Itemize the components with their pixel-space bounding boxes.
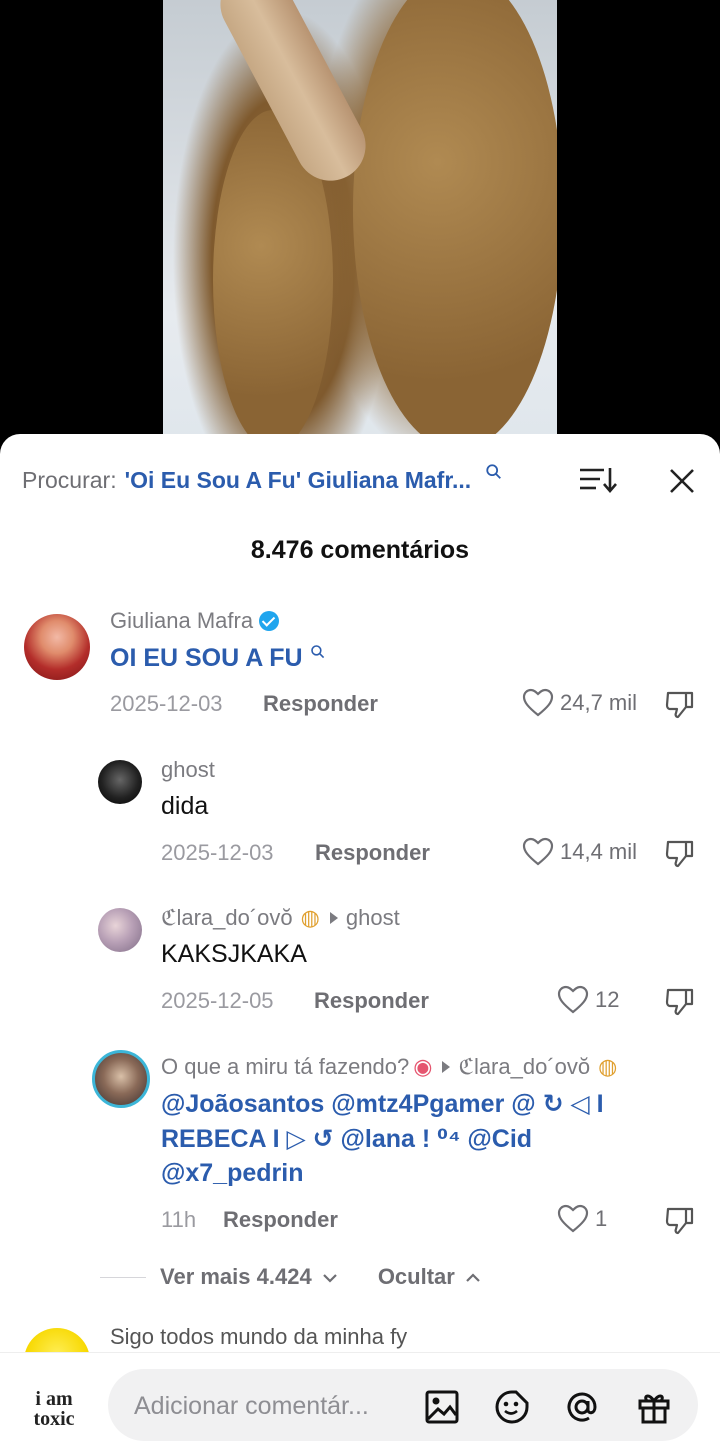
comment-date: 2025-12-03 (110, 691, 223, 716)
comment-username[interactable]: Giuliana Mafra (110, 608, 280, 634)
username-text: Giuliana Mafra (110, 608, 254, 633)
comment-date: 11h (161, 1207, 197, 1232)
avatar[interactable] (24, 614, 90, 680)
like-count: 12 (595, 987, 620, 1012)
avatar[interactable] (98, 908, 142, 952)
lips-icon: ◉ (413, 1054, 433, 1079)
replies-controls: Ver mais 4.424 Ocultar (100, 1262, 600, 1292)
like-button[interactable]: 1 (557, 1204, 607, 1234)
reply-arrow-icon (329, 912, 338, 924)
username-text: O que a miru tá fazendo? (161, 1054, 410, 1079)
image-icon[interactable] (424, 1389, 460, 1425)
dislike-icon[interactable] (664, 986, 696, 1016)
comment-mention-line-3[interactable]: @x7_pedrin (161, 1159, 303, 1188)
my-avatar[interactable]: i am toxic (20, 1375, 88, 1443)
dislike-icon[interactable] (664, 1205, 696, 1235)
avatar[interactable] (98, 760, 142, 804)
comment-date: 2025-12-03 (161, 840, 274, 865)
sort-icon[interactable] (578, 464, 618, 496)
mention-icon[interactable] (564, 1389, 600, 1425)
gift-icon[interactable] (636, 1389, 672, 1425)
lollipop-icon: ◍ (598, 1054, 618, 1079)
lollipop-icon: ◍ (300, 905, 320, 930)
reply-button[interactable]: Responder (314, 988, 429, 1014)
hide-label: Ocultar (377, 1264, 455, 1289)
like-button[interactable]: 24,7 mil (522, 688, 637, 718)
comment-username[interactable]: ℭlara_do´ovŏ ◍ ghost (161, 905, 400, 931)
reply-to-username[interactable]: ℭlara_do´ovŏ (458, 1054, 590, 1080)
emoji-sticker-icon[interactable] (494, 1389, 530, 1425)
reply-button[interactable]: Responder (263, 691, 378, 717)
comment-username[interactable]: O que a miru tá fazendo? ◉ ℭlara_do´ovŏ … (161, 1054, 617, 1080)
comment-mention-line-1[interactable]: @Joãosantos @mtz4Pgamer @ ↻ ◁ I (161, 1089, 604, 1119)
reply-button[interactable]: Responder (223, 1207, 338, 1233)
comment-input-placeholder: Adicionar comentár... (134, 1392, 369, 1420)
close-icon[interactable] (667, 466, 697, 496)
comment-username[interactable]: ghost (161, 757, 215, 783)
heart-icon (522, 837, 554, 866)
comments-sheet: Procurar: 'Oi Eu Sou A Fu' Giuliana Mafr… (0, 434, 720, 1452)
comment-text: Sigo todos mundo da minha fy (110, 1324, 408, 1349)
comment-date: 2025-12-05 (161, 988, 274, 1013)
search-icon (310, 645, 324, 659)
search-prefix: Procurar: (22, 466, 117, 493)
my-avatar-text: i am toxic (33, 1388, 75, 1430)
comment-text: KAKSJKAKA (161, 940, 307, 968)
view-more-label: Ver mais 4.424 (160, 1264, 312, 1289)
heart-icon (557, 1204, 589, 1233)
search-suggestion[interactable]: Procurar: 'Oi Eu Sou A Fu' Giuliana Mafr… (22, 464, 702, 496)
video-player[interactable] (0, 0, 720, 450)
avatar[interactable] (92, 1050, 150, 1108)
comment-input[interactable]: Adicionar comentár... (108, 1369, 698, 1441)
like-count: 24,7 mil (560, 690, 638, 715)
comment-mention-line-2[interactable]: REBECA I ▷ ↺ @lana ! ⁰⁴ @Cid (161, 1124, 532, 1154)
like-count: 14,4 mil (560, 839, 638, 864)
heart-icon (522, 688, 554, 717)
search-icon (486, 464, 502, 479)
dislike-icon[interactable] (664, 689, 696, 719)
comment-text: OI EU SOU A FU (110, 644, 326, 673)
heart-icon (557, 985, 589, 1014)
video-frame (163, 0, 557, 450)
like-button[interactable]: 14,4 mil (522, 837, 637, 867)
chevron-up-icon (466, 1273, 480, 1282)
dislike-icon[interactable] (664, 838, 696, 868)
comments-count: 8.476 comentários (250, 536, 470, 564)
reply-arrow-icon (442, 1061, 451, 1073)
comment-text: dida (161, 792, 209, 820)
chevron-down-icon (323, 1274, 337, 1283)
reply-to-username[interactable]: ghost (346, 905, 400, 931)
like-count: 1 (595, 1206, 608, 1231)
reply-button[interactable]: Responder (315, 840, 430, 866)
hide-replies-button[interactable]: Ocultar (378, 1264, 481, 1290)
mammoth-body (353, 0, 557, 450)
comment-search-link[interactable]: OI EU SOU A FU (110, 644, 303, 672)
username-text: ℭlara_do´ovŏ (161, 905, 293, 930)
comment-composer: i am toxic Adicionar comentár... (0, 1352, 720, 1452)
divider (100, 1276, 146, 1278)
verified-badge-icon (259, 611, 280, 631)
view-more-replies-button[interactable]: Ver mais 4.424 (160, 1264, 338, 1290)
search-query[interactable]: 'Oi Eu Sou A Fu' Giuliana Mafr... (125, 467, 472, 494)
like-button[interactable]: 12 (557, 985, 619, 1015)
